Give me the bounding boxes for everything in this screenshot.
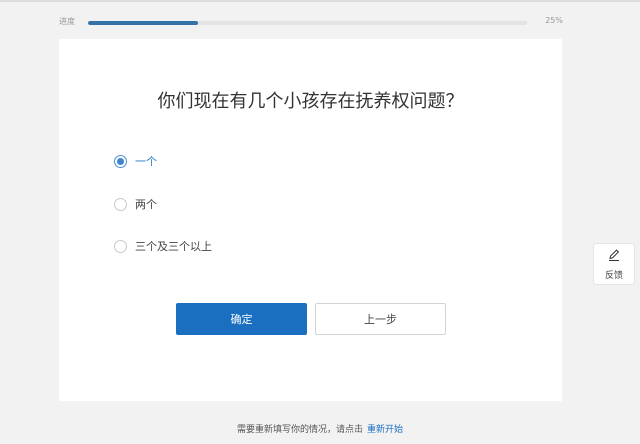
restart-link[interactable]: 重新开始: [367, 425, 403, 435]
restart-note: 需要重新填写你的情况，请点击 重新开始: [0, 422, 640, 435]
radio-button[interactable]: [114, 239, 127, 253]
progress-percent: 25%: [545, 16, 563, 25]
option-three-or-more[interactable]: 三个及三个以上: [114, 237, 212, 255]
option-one[interactable]: 一个: [114, 152, 157, 170]
progress-row: 进度 25%: [59, 15, 565, 31]
progress-label: 进度: [59, 17, 75, 26]
top-border: [0, 0, 640, 2]
pencil-icon: [607, 247, 621, 266]
question-title: 你们现在有几个小孩存在抚养权问题？: [157, 91, 464, 112]
back-button[interactable]: 上一步: [315, 303, 446, 335]
radio-button[interactable]: [114, 154, 127, 168]
option-label: 一个: [135, 155, 157, 168]
feedback-button[interactable]: 反馈: [593, 243, 635, 285]
option-label: 三个及三个以上: [135, 240, 212, 253]
question-card: 你们现在有几个小孩存在抚养权问题？ 一个 两个 三个及三个以上 确定 上一步: [59, 39, 562, 401]
option-label: 两个: [135, 198, 157, 211]
option-two[interactable]: 两个: [114, 195, 157, 213]
radio-button[interactable]: [114, 197, 127, 211]
restart-note-text: 需要重新填写你的情况，请点击: [236, 425, 363, 435]
progress-bar-fill: [88, 21, 198, 25]
feedback-label: 反馈: [604, 271, 623, 281]
progress-bar: [88, 21, 527, 25]
confirm-button[interactable]: 确定: [176, 303, 307, 335]
